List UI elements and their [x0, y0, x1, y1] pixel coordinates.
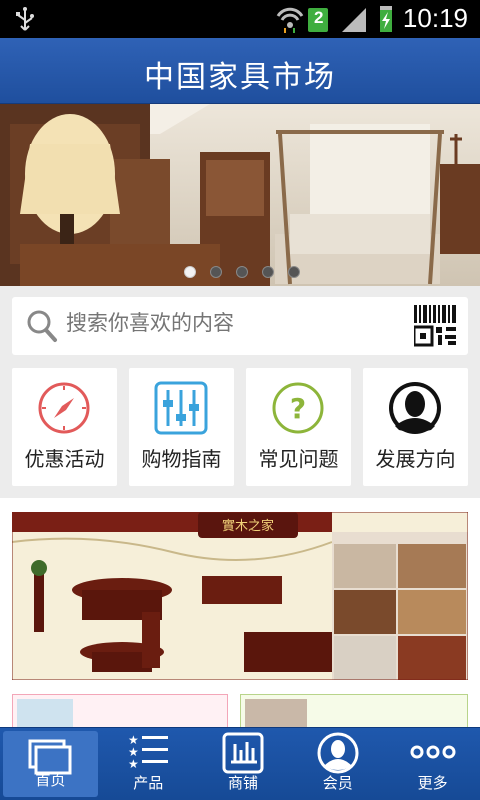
search-bar[interactable] [12, 297, 468, 355]
nav-label: 更多 [417, 774, 448, 792]
carousel-dot[interactable] [184, 266, 196, 278]
tile-label: 发展方向 [375, 447, 456, 471]
signal-icons [276, 6, 392, 33]
bottom-nav: 首页 ★ ★ ★ 产品 商铺 会员 更多 [0, 727, 480, 800]
tile-shopping-guide[interactable]: 购物指南 [129, 368, 234, 486]
carousel-dot[interactable] [288, 266, 300, 278]
carousel-dot[interactable] [262, 266, 274, 278]
compass-icon [38, 382, 90, 434]
banner-carousel[interactable] [0, 104, 480, 286]
more-icon [410, 745, 456, 759]
sliders-icon [154, 381, 208, 435]
nav-label: 产品 [133, 774, 164, 792]
nav-more[interactable]: 更多 [385, 728, 480, 800]
nav-products[interactable]: ★ ★ ★ 产品 [101, 728, 196, 800]
promo-image: 實木之家 [12, 512, 468, 680]
quick-links: 优惠活动 购物指南 ? 常见问题 发展方向 [12, 368, 468, 486]
status-time: 10:19 [402, 3, 468, 33]
tile-label: 常见问题 [258, 447, 339, 471]
promo-caption: 實木之家 [222, 518, 274, 534]
carousel-dot[interactable] [236, 266, 248, 278]
nav-shops[interactable]: 商铺 [196, 728, 291, 800]
carousel-indicators [184, 266, 300, 278]
nav-home[interactable]: 首页 [3, 731, 98, 797]
search-input[interactable] [66, 311, 386, 335]
tile-label: 优惠活动 [24, 447, 105, 471]
person-icon [389, 382, 441, 434]
promo-section: 實木之家 [0, 498, 480, 734]
nav-label: 首页 [35, 771, 66, 789]
member-icon [317, 732, 359, 774]
nav-member[interactable]: 会员 [290, 728, 385, 800]
carousel-dot[interactable] [210, 266, 222, 278]
app-header: 中国家具市场 [0, 38, 480, 104]
store-icon [222, 732, 264, 774]
banner-image [0, 104, 480, 286]
list-icon: ★ ★ ★ [128, 733, 169, 771]
nav-label: 会员 [322, 774, 353, 792]
search-icon [27, 310, 57, 342]
tile-label: 购物指南 [141, 447, 222, 471]
svg-text:★: ★ [128, 757, 139, 771]
sim-badge: 2 [314, 8, 324, 27]
question-icon: ? [272, 382, 324, 434]
nav-label: 商铺 [227, 774, 258, 792]
tile-faq[interactable]: ? 常见问题 [246, 368, 351, 486]
tile-development[interactable]: 发展方向 [363, 368, 468, 486]
qr-code-icon[interactable] [414, 305, 456, 347]
status-bar: 2 10:19 [0, 0, 480, 38]
tile-promotions[interactable]: 优惠活动 [12, 368, 117, 486]
svg-text:?: ? [290, 392, 306, 425]
page-title: 中国家具市场 [144, 60, 336, 95]
promo-banner[interactable]: 實木之家 [12, 512, 468, 680]
usb-icon [16, 7, 34, 31]
